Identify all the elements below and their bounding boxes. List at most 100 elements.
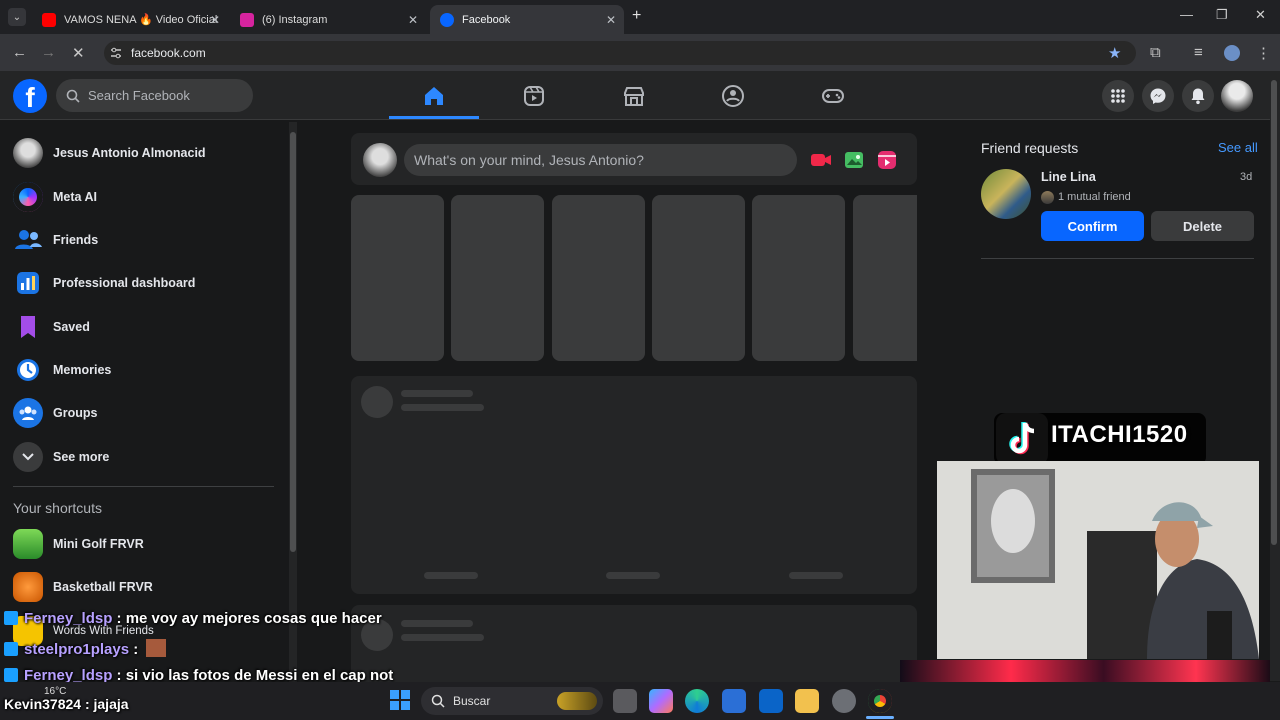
- active-nav-indicator: [389, 116, 479, 119]
- url-text: facebook.com: [131, 46, 206, 60]
- dashboard-icon: [13, 268, 43, 298]
- chrome-menu-icon[interactable]: ⋮: [1256, 44, 1271, 62]
- youtube-icon: [42, 12, 56, 27]
- app-icon[interactable]: [832, 689, 856, 713]
- maximize-button[interactable]: ❐: [1216, 7, 1228, 23]
- live-video-icon[interactable]: [810, 150, 832, 170]
- marketplace-icon[interactable]: [621, 83, 647, 109]
- sidebar-item-label: See more: [53, 450, 110, 464]
- friend-requests-heading: Friend requests: [981, 140, 1079, 156]
- sidebar-item-saved[interactable]: Saved: [13, 309, 90, 345]
- address-bar[interactable]: [104, 41, 1136, 65]
- extensions-icon[interactable]: ⧉: [1150, 44, 1161, 61]
- reels-icon[interactable]: [521, 83, 547, 109]
- photo-video-icon[interactable]: [843, 149, 865, 171]
- chrome-icon[interactable]: [868, 689, 892, 713]
- edge-icon[interactable]: [685, 689, 709, 713]
- search-icon: [431, 694, 445, 708]
- forward-icon[interactable]: →: [41, 44, 56, 61]
- chrome-profile-avatar[interactable]: [1224, 45, 1240, 61]
- notifications-bell-icon[interactable]: [1182, 80, 1214, 112]
- story-card[interactable]: [552, 195, 645, 361]
- tab-instagram[interactable]: (6) Instagram ✕: [230, 5, 426, 34]
- sidebar-item-memories[interactable]: Memories: [13, 352, 111, 388]
- sidebar-item-professional-dashboard[interactable]: Professional dashboard: [13, 265, 195, 301]
- close-tab-icon[interactable]: ✕: [210, 13, 220, 27]
- story-card[interactable]: [351, 195, 444, 361]
- right-column-divider: [981, 258, 1254, 259]
- messenger-icon[interactable]: [1142, 80, 1174, 112]
- chevron-down-icon: [13, 442, 43, 472]
- delete-button[interactable]: Delete: [1151, 211, 1254, 241]
- outlook-icon[interactable]: [759, 689, 783, 713]
- whats-on-your-mind-input[interactable]: What's on your mind, Jesus Antonio?: [404, 144, 797, 176]
- page-scroll-thumb[interactable]: [1271, 80, 1277, 545]
- tab-title: (6) Instagram: [262, 13, 328, 26]
- mini-golf-app-icon: [13, 529, 43, 559]
- minimize-button[interactable]: —: [1180, 7, 1193, 22]
- sidebar-scroll-thumb[interactable]: [290, 132, 296, 552]
- story-card[interactable]: [752, 195, 845, 361]
- menu-grid-icon[interactable]: [1102, 80, 1134, 112]
- loading-post-card: [351, 605, 917, 685]
- friend-request-name[interactable]: Line Lina: [1041, 170, 1096, 184]
- search-facebook-input[interactable]: Search Facebook: [56, 79, 253, 112]
- tiktok-username: ITACHI1520: [1051, 421, 1188, 448]
- store-icon[interactable]: [722, 689, 746, 713]
- close-tab-icon[interactable]: ✕: [606, 13, 616, 27]
- led-light-strip: [900, 660, 1270, 682]
- instagram-icon: [240, 12, 254, 27]
- sidebar-item-see-more[interactable]: See more: [13, 439, 109, 475]
- webcam-overlay: [937, 461, 1259, 659]
- stop-loading-icon[interactable]: ✕: [72, 44, 85, 62]
- emote-icon: [146, 639, 167, 657]
- account-avatar[interactable]: [1221, 80, 1253, 112]
- shortcut-label: Mini Golf FRVR: [53, 537, 144, 551]
- tab-facebook[interactable]: Facebook ✕: [430, 5, 624, 34]
- tab-search-icon[interactable]: ⌄: [8, 8, 26, 26]
- story-card[interactable]: [652, 195, 745, 361]
- windows-start-icon[interactable]: [390, 690, 410, 710]
- sidebar-item-friends[interactable]: Friends: [13, 222, 98, 258]
- tab-youtube[interactable]: VAMOS NENA 🔥 Video Oficial ✕: [32, 5, 228, 34]
- close-window-button[interactable]: ✕: [1255, 7, 1266, 23]
- sidebar-item-groups[interactable]: Groups: [13, 395, 97, 431]
- loading-post-card: [351, 376, 917, 594]
- facebook-icon: [440, 12, 454, 27]
- shortcut-mini-golf[interactable]: Mini Golf FRVR: [13, 526, 144, 562]
- chat-username: Kevin37824: [4, 696, 82, 712]
- friend-request-time: 3d: [1240, 171, 1253, 183]
- close-tab-icon[interactable]: ✕: [408, 13, 418, 27]
- sidebar-item-label: Friends: [53, 233, 99, 247]
- copilot-icon[interactable]: [649, 689, 673, 713]
- sidebar-item-label: Saved: [53, 320, 90, 334]
- mutual-friends-text[interactable]: 1 mutual friend: [1058, 191, 1131, 203]
- facebook-logo[interactable]: f: [13, 79, 47, 113]
- saved-icon: [13, 312, 43, 342]
- see-all-link[interactable]: See all: [1218, 140, 1258, 155]
- sidebar-item-meta-ai[interactable]: Meta AI: [13, 179, 97, 215]
- story-card[interactable]: [853, 195, 917, 361]
- story-card[interactable]: [451, 195, 544, 361]
- sidebar-item-profile[interactable]: Jesus Antonio Almonacid: [13, 135, 206, 171]
- home-icon[interactable]: [421, 83, 447, 109]
- back-icon[interactable]: ←: [12, 44, 27, 61]
- bookmark-star-icon[interactable]: ★: [1108, 44, 1121, 62]
- gaming-icon[interactable]: [820, 83, 846, 109]
- shortcut-basketball[interactable]: Basketball FRVR: [13, 569, 153, 605]
- groups-icon[interactable]: [720, 83, 746, 109]
- composer-avatar[interactable]: [363, 143, 397, 177]
- basketball-app-icon: [13, 572, 43, 602]
- confirm-button[interactable]: Confirm: [1041, 211, 1144, 241]
- taskbar-search-box[interactable]: Buscar: [421, 687, 603, 715]
- file-explorer-icon[interactable]: [795, 689, 819, 713]
- site-settings-icon[interactable]: [110, 47, 122, 59]
- sidebar-item-label: Meta AI: [53, 190, 97, 204]
- friend-request-avatar[interactable]: [981, 169, 1031, 219]
- task-view-icon[interactable]: [613, 689, 637, 713]
- active-app-indicator: [866, 716, 894, 719]
- windows-taskbar: [0, 682, 1280, 720]
- media-control-icon[interactable]: ≡: [1194, 44, 1203, 61]
- reel-icon[interactable]: [876, 149, 898, 171]
- new-tab-button[interactable]: +: [632, 7, 641, 25]
